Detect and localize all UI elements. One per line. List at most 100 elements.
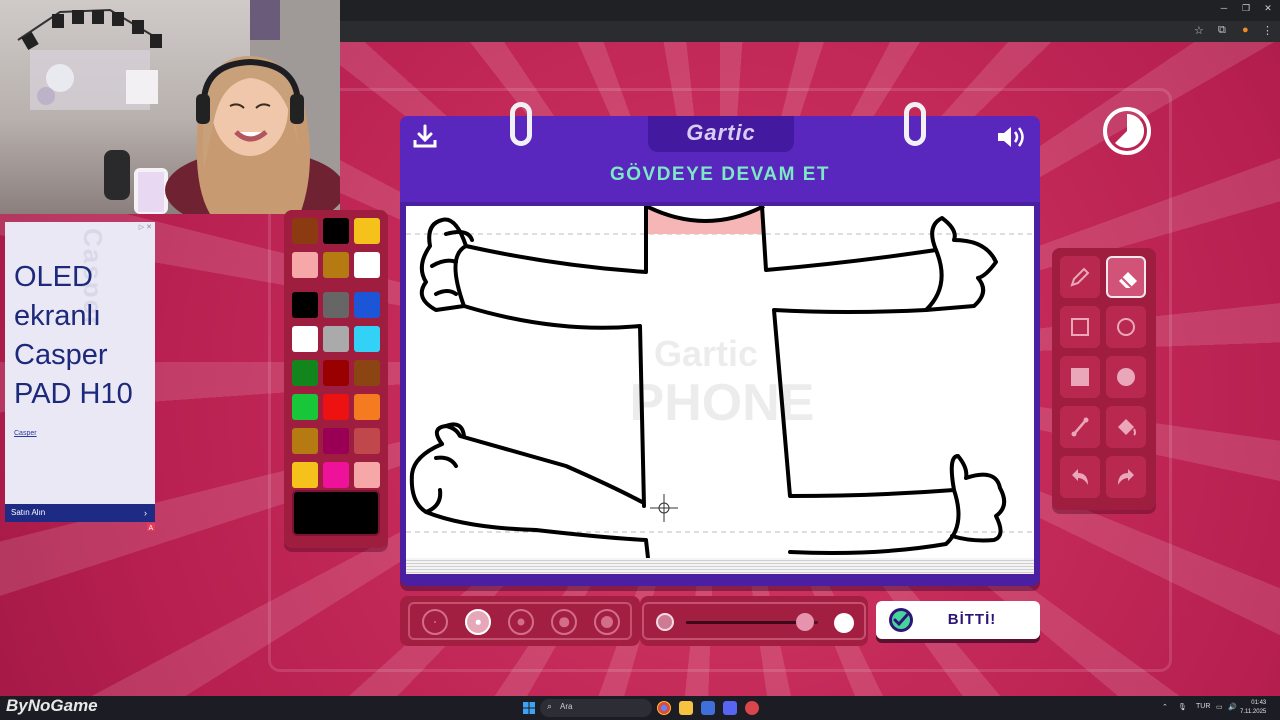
color-swatch[interactable] bbox=[354, 292, 380, 318]
color-swatch[interactable] bbox=[292, 428, 318, 454]
opacity-control bbox=[642, 602, 866, 640]
color-swatch[interactable] bbox=[323, 252, 349, 278]
canvas-watermark-top: Gartic bbox=[654, 333, 758, 374]
webcam-image bbox=[17, 0, 340, 214]
bucket-tool-button[interactable] bbox=[1106, 406, 1146, 448]
color-swatch[interactable] bbox=[323, 326, 349, 352]
line-tool-button[interactable] bbox=[1060, 406, 1100, 448]
color-swatch[interactable] bbox=[292, 292, 318, 318]
file-explorer-icon[interactable] bbox=[679, 701, 693, 715]
crosshair-cursor-icon bbox=[650, 494, 678, 522]
system-clock[interactable]: 01:43 7.11.2025 bbox=[1240, 699, 1266, 717]
pencil-tool-button[interactable] bbox=[1060, 256, 1100, 298]
discord-icon[interactable] bbox=[723, 701, 737, 715]
instruction-text: GÖVDEYE DEVAM ET bbox=[609, 164, 830, 185]
rectangle-filled-tool-button[interactable] bbox=[1060, 356, 1100, 398]
circle-filled-tool-button[interactable] bbox=[1106, 356, 1146, 398]
done-button-label: BİTTİ! bbox=[947, 611, 997, 628]
search-icon: ⌕ bbox=[547, 701, 553, 711]
color-swatch[interactable] bbox=[354, 462, 380, 488]
browser-address-bar[interactable]: ☆ ⧉ ● ⋮ bbox=[340, 21, 1280, 42]
undo-button[interactable] bbox=[1060, 456, 1100, 498]
color-palette bbox=[284, 210, 388, 548]
color-swatch[interactable] bbox=[292, 326, 318, 352]
download-icon[interactable] bbox=[412, 124, 438, 150]
ad-buy-button[interactable]: Satın Alın › bbox=[5, 504, 155, 522]
brush-size-group bbox=[408, 602, 632, 640]
color-swatch[interactable] bbox=[292, 218, 318, 244]
clock-time: 01:43 bbox=[1251, 700, 1267, 706]
color-swatch[interactable] bbox=[323, 394, 349, 420]
opacity-slider-handle[interactable] bbox=[795, 613, 814, 631]
chrome-taskbar-icon[interactable] bbox=[657, 701, 671, 715]
color-swatch[interactable] bbox=[323, 360, 349, 386]
brush-size-dot bbox=[601, 616, 613, 628]
redo-button[interactable] bbox=[1106, 456, 1146, 498]
taskbar-search[interactable]: ⌕ Ara bbox=[540, 699, 652, 717]
color-swatch[interactable] bbox=[354, 326, 380, 352]
gartic-logo: Gartic bbox=[686, 120, 756, 145]
microphone-icon[interactable]: 🎙 bbox=[1178, 703, 1187, 711]
brush-size-dot bbox=[559, 617, 569, 627]
color-swatch[interactable] bbox=[323, 218, 349, 244]
ad-headline[interactable]: OLED ekranlı Casper PAD H10 bbox=[14, 258, 152, 414]
color-swatch[interactable] bbox=[354, 360, 380, 386]
drawing-canvas[interactable]: Gartic PHONE bbox=[406, 206, 1034, 558]
brush-size-dot bbox=[434, 621, 436, 623]
brush-size-button[interactable] bbox=[465, 609, 491, 635]
close-icon[interactable]: ✕ bbox=[1258, 3, 1278, 14]
ad-buy-label: Satın Alın bbox=[11, 508, 46, 517]
brush-size-button[interactable] bbox=[422, 609, 448, 635]
restore-icon[interactable]: ❐ bbox=[1236, 3, 1256, 14]
drawing-board: Gartic GÖVDEYE DEVAM ET Gartic PHONE bbox=[400, 102, 1040, 586]
opacity-slider-fill bbox=[686, 621, 805, 624]
sound-icon[interactable] bbox=[996, 124, 1028, 150]
brush-size-button[interactable] bbox=[594, 609, 620, 635]
extensions-icon[interactable]: ⧉ bbox=[1218, 24, 1226, 37]
volume-icon[interactable]: 🔊 bbox=[1228, 703, 1237, 711]
brush-size-button[interactable] bbox=[551, 609, 577, 635]
color-swatch[interactable] bbox=[292, 462, 318, 488]
ad-marker-icon: A bbox=[147, 523, 155, 531]
undo-icon bbox=[1072, 469, 1088, 485]
brush-size-button[interactable] bbox=[508, 609, 534, 635]
color-swatch[interactable] bbox=[323, 428, 349, 454]
chevron-right-icon: › bbox=[144, 508, 147, 518]
color-swatch[interactable] bbox=[323, 462, 349, 488]
logo-tab: Gartic bbox=[648, 116, 794, 152]
ad-brand-link[interactable]: Casper bbox=[14, 430, 37, 437]
svg-text:A: A bbox=[149, 525, 154, 531]
color-swatch[interactable] bbox=[354, 218, 380, 244]
color-swatch[interactable] bbox=[292, 252, 318, 278]
language-indicator[interactable]: TUR bbox=[1196, 703, 1210, 710]
circle-outline-tool-button[interactable] bbox=[1106, 306, 1146, 348]
color-swatch[interactable] bbox=[292, 360, 318, 386]
done-button[interactable]: BİTTİ! bbox=[876, 601, 1040, 639]
color-swatch[interactable] bbox=[354, 252, 380, 278]
advertisement[interactable]: Casper ▷ ✕ OLED ekranlı Casper PAD H10 C… bbox=[5, 222, 155, 522]
pencil-icon bbox=[1070, 267, 1090, 287]
color-swatch[interactable] bbox=[354, 428, 380, 454]
opacity-max-indicator bbox=[834, 613, 854, 633]
color-swatch[interactable] bbox=[323, 292, 349, 318]
bookmark-star-icon[interactable]: ☆ bbox=[1194, 24, 1204, 37]
browser-menu-icon[interactable]: ⋮ bbox=[1262, 24, 1273, 37]
color-swatch[interactable] bbox=[354, 394, 380, 420]
tray-chevron-icon[interactable]: ⌃ bbox=[1162, 703, 1168, 711]
eraser-tool-button[interactable] bbox=[1106, 256, 1146, 298]
circle-outline-icon bbox=[1117, 318, 1135, 336]
color-swatch[interactable] bbox=[292, 394, 318, 420]
brush-size-dot bbox=[517, 618, 525, 626]
windows-start-icon[interactable] bbox=[523, 702, 535, 714]
checkmark-icon bbox=[889, 608, 913, 632]
ad-choices-icon[interactable]: ▷ ✕ bbox=[139, 223, 152, 231]
minimize-icon[interactable]: ─ bbox=[1214, 3, 1234, 13]
vpn-app-icon[interactable] bbox=[701, 701, 715, 715]
binder-ring-left bbox=[510, 102, 532, 146]
streamer-logo: ByNoGame bbox=[6, 696, 98, 715]
notebook-pages bbox=[406, 558, 1034, 574]
app-taskbar-icon[interactable] bbox=[745, 701, 759, 715]
profile-avatar-icon[interactable]: ● bbox=[1242, 24, 1249, 36]
network-icon[interactable]: ▭ bbox=[1216, 703, 1223, 711]
rectangle-outline-tool-button[interactable] bbox=[1060, 306, 1100, 348]
